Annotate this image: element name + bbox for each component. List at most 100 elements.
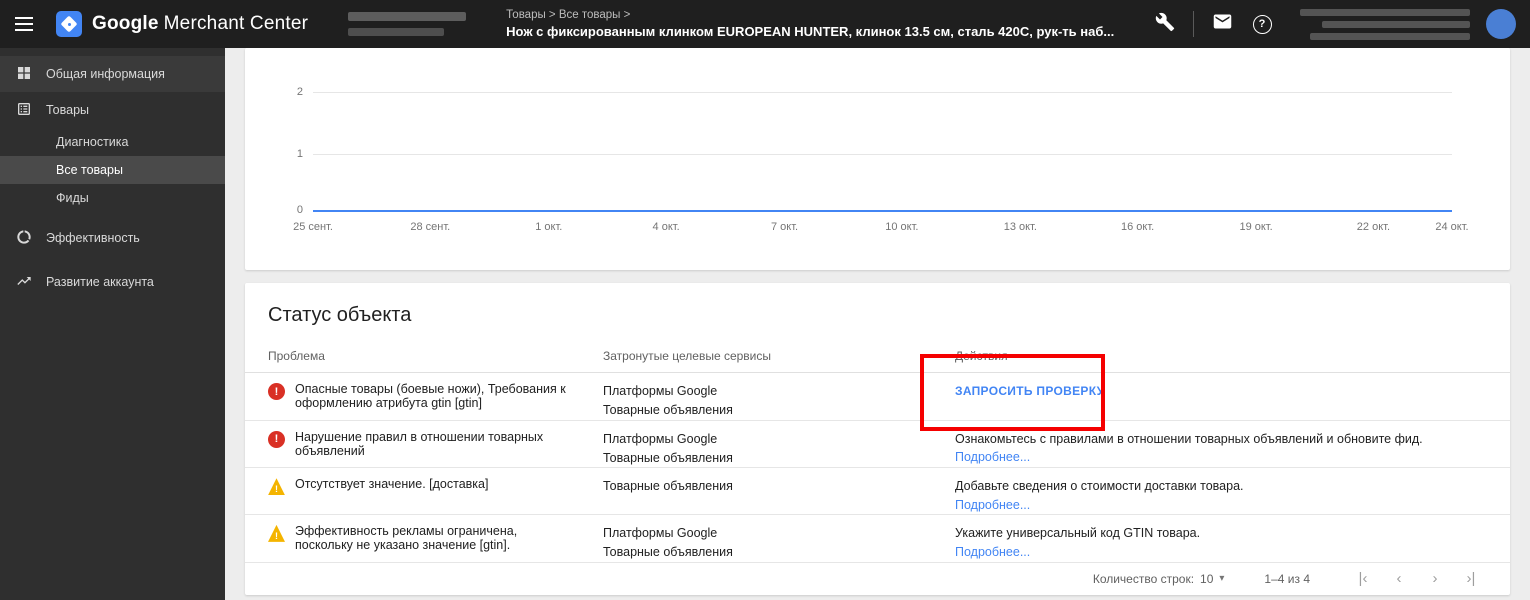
sidebar-item-performance[interactable]: Эффективность bbox=[0, 220, 225, 256]
breadcrumb-block: Товары > Все товары > Нож с фиксированны… bbox=[506, 9, 1114, 39]
problem-text: Отсутствует значение. [доставка] bbox=[295, 477, 489, 492]
sidebar-item-label: Общая информация bbox=[46, 67, 165, 81]
sidebar-item-products[interactable]: Товары bbox=[0, 92, 225, 128]
sidebar-item-diagnostics[interactable]: Диагностика bbox=[0, 128, 225, 156]
prev-page-icon[interactable]: ‹ bbox=[1386, 570, 1412, 587]
first-page-icon[interactable]: |‹ bbox=[1350, 570, 1376, 587]
breadcrumb[interactable]: Товары > Все товары > bbox=[506, 9, 1114, 21]
x-axis-tick: 10 окт. bbox=[885, 221, 919, 233]
page-title: Нож с фиксированным клинком EUROPEAN HUN… bbox=[506, 24, 1115, 39]
merchant-center-logo-icon bbox=[56, 11, 82, 37]
redacted-bar bbox=[348, 12, 467, 21]
problem-text: Эффективность рекламы ограничена, поскол… bbox=[295, 523, 518, 552]
learn-more-link[interactable]: Подробнее... bbox=[955, 496, 1486, 515]
services-cell: Товарные объявления bbox=[603, 477, 955, 515]
column-header-services: Затронутые целевые сервисы bbox=[603, 349, 772, 363]
hamburger-menu-icon[interactable] bbox=[0, 0, 48, 48]
table-row: Нарушение правил в отношении товарных об… bbox=[245, 421, 1510, 469]
service-line: Товарные объявления bbox=[603, 450, 733, 465]
services-cell: Платформы Google Товарные объявления bbox=[603, 430, 955, 469]
gridline bbox=[313, 92, 1452, 93]
next-page-icon[interactable]: › bbox=[1422, 570, 1448, 587]
y-axis-tick: 2 bbox=[296, 86, 303, 98]
sidebar-item-overview[interactable]: Общая информация bbox=[0, 56, 225, 92]
error-icon bbox=[268, 383, 285, 400]
circular-usage-icon bbox=[16, 229, 32, 248]
help-icon: ? bbox=[1252, 14, 1272, 34]
sidebar-item-all-products[interactable]: Все товары bbox=[0, 156, 225, 184]
rows-per-page-value: 10 bbox=[1200, 571, 1214, 586]
help-glyph: ? bbox=[1258, 18, 1266, 30]
action-text: Ознакомьтесь с правилами в отношении тов… bbox=[955, 431, 1423, 446]
item-status-card: Статус объекта Проблема Затронутые целев… bbox=[245, 283, 1510, 595]
x-axis-tick: 24 окт. bbox=[1435, 221, 1469, 233]
avatar[interactable] bbox=[1486, 9, 1516, 39]
x-axis-tick: 13 окт. bbox=[1003, 221, 1037, 233]
warning-icon bbox=[268, 478, 285, 496]
sidebar-item-growth[interactable]: Развитие аккаунта bbox=[0, 264, 225, 300]
service-line: Платформы Google bbox=[603, 384, 718, 398]
redacted-bar bbox=[1300, 8, 1470, 16]
service-line: Платформы Google bbox=[603, 525, 718, 540]
service-line: Товарные объявления bbox=[603, 403, 733, 418]
redacted-bar bbox=[1322, 20, 1470, 28]
service-line: Товарные объявления bbox=[603, 479, 733, 494]
problem-text: Нарушение правил в отношении товарных об… bbox=[295, 429, 544, 458]
sidebar-item-label: Развитие аккаунта bbox=[46, 275, 154, 289]
request-review-link[interactable]: ЗАПРОСИТЬ ПРОВЕРКУ bbox=[955, 382, 1486, 400]
problem-text: Опасные товары (боевые ножи), Требования… bbox=[295, 382, 566, 410]
brand-text: Google Merchant Center bbox=[92, 13, 308, 35]
service-line: Товарные объявления bbox=[603, 545, 733, 560]
wrench-icon bbox=[1155, 12, 1175, 37]
status-table-header: Проблема Затронутые целевые сервисы Дейс… bbox=[245, 349, 1510, 373]
trending-up-icon bbox=[16, 273, 32, 292]
merchant-center-logo[interactable]: Google Merchant Center bbox=[56, 11, 308, 37]
action-text: Добавьте сведения о стоимости доставки т… bbox=[955, 479, 1244, 494]
account-name-redacted bbox=[348, 12, 467, 36]
x-axis-tick: 16 окт. bbox=[1121, 221, 1155, 233]
table-row: Опасные товары (боевые ножи), Требования… bbox=[245, 373, 1510, 421]
table-row: Отсутствует значение. [доставка] Товарны… bbox=[245, 468, 1510, 515]
table-row: Эффективность рекламы ограничена, поскол… bbox=[245, 515, 1510, 563]
sidebar-item-feeds[interactable]: Фиды bbox=[0, 184, 225, 212]
x-axis-tick: 7 окт. bbox=[770, 221, 799, 233]
topbar-divider bbox=[1193, 11, 1194, 37]
tools-button[interactable] bbox=[1145, 4, 1185, 44]
x-axis-tick: 25 сент. bbox=[293, 221, 333, 233]
column-header-problem: Проблема bbox=[268, 349, 325, 363]
brand-google: Google bbox=[92, 13, 159, 34]
list-icon bbox=[16, 101, 32, 120]
last-page-icon[interactable]: ›| bbox=[1458, 570, 1484, 587]
user-info-redacted bbox=[1300, 8, 1470, 40]
rows-per-page-select[interactable]: Количество строк: 10 ▾ bbox=[1093, 572, 1225, 586]
services-cell: Платформы Google Товарные объявления bbox=[603, 382, 955, 421]
action-cell: Добавьте сведения о стоимости доставки т… bbox=[955, 477, 1486, 515]
chart-series-line bbox=[313, 210, 1452, 212]
y-axis-tick: 1 bbox=[296, 148, 303, 160]
x-axis-tick: 19 окт. bbox=[1239, 221, 1273, 233]
service-line: Платформы Google bbox=[603, 431, 718, 446]
y-axis-tick: 0 bbox=[296, 204, 303, 216]
clicks-chart-card: 2 1 0 25 сент. 28 сент. 1 окт. 4 окт. 7 … bbox=[245, 48, 1510, 270]
action-text: Укажите универсальный код GTIN товара. bbox=[955, 525, 1201, 540]
redacted-bar bbox=[1310, 32, 1470, 40]
learn-more-link[interactable]: Подробнее... bbox=[955, 448, 1486, 467]
messages-button[interactable] bbox=[1202, 4, 1242, 44]
x-axis-tick: 28 сент. bbox=[410, 221, 451, 233]
action-cell: ЗАПРОСИТЬ ПРОВЕРКУ bbox=[955, 382, 1486, 421]
pagination-range: 1–4 из 4 bbox=[1264, 571, 1310, 586]
action-cell: Ознакомьтесь с правилами в отношении тов… bbox=[955, 430, 1486, 469]
x-axis-labels: 25 сент. 28 сент. 1 окт. 4 окт. 7 окт. 1… bbox=[293, 221, 1469, 237]
x-axis-tick: 1 окт. bbox=[535, 221, 563, 233]
status-card-title: Статус объекта bbox=[268, 304, 412, 326]
top-app-bar: Google Merchant Center Товары > Все товар… bbox=[0, 0, 1530, 48]
brand-product: Merchant Center bbox=[163, 13, 309, 34]
column-header-actions: Действия bbox=[955, 349, 1008, 363]
help-button[interactable]: ? bbox=[1242, 4, 1282, 44]
learn-more-link[interactable]: Подробнее... bbox=[955, 543, 1486, 562]
sidebar-item-label: Товары bbox=[46, 103, 89, 117]
sidebar-item-label: Эффективность bbox=[46, 231, 140, 245]
warning-icon bbox=[268, 524, 285, 542]
gridline bbox=[313, 154, 1452, 155]
sidebar-nav: Общая информация Товары Диагностика Все … bbox=[0, 48, 225, 600]
